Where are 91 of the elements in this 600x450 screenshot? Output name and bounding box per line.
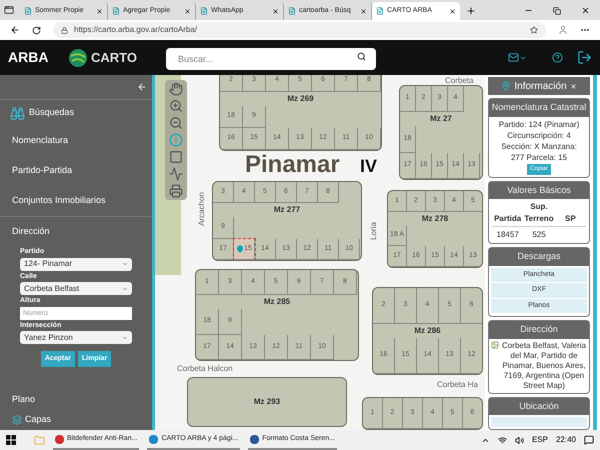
close-icon[interactable] xyxy=(96,8,103,14)
address-field[interactable]: https://carto.arba.gov.ar/cartoArba/ xyxy=(53,22,546,38)
tab-actions-icon[interactable] xyxy=(4,5,14,15)
map-canvas[interactable] xyxy=(155,75,485,430)
dropdown-field[interactable]: Corbeta Belfast xyxy=(20,282,132,295)
search-field[interactable]: Buscar... xyxy=(166,48,376,70)
map-pin-icon xyxy=(236,244,244,254)
search-icon[interactable] xyxy=(357,52,366,60)
section-header: Ubicación xyxy=(489,398,589,415)
favorite-icon[interactable] xyxy=(530,26,538,34)
section-header: Descargas xyxy=(489,248,589,266)
caret-icon xyxy=(122,334,128,340)
section-title: Búsquedas xyxy=(29,106,74,120)
column-header: Sup. Terreno xyxy=(523,201,555,227)
hand-icon[interactable] xyxy=(169,82,183,96)
volume-icon[interactable] xyxy=(514,436,524,444)
sidebar-item[interactable]: Capas xyxy=(25,413,52,427)
sidebar-item[interactable]: Dirección xyxy=(0,217,152,247)
help-icon[interactable] xyxy=(552,52,563,63)
page-icon xyxy=(24,7,32,15)
lock-icon xyxy=(61,26,68,34)
network-icon[interactable] xyxy=(498,436,507,444)
column-header: Partida xyxy=(492,213,524,227)
zoom-out-icon[interactable] xyxy=(169,116,183,130)
app-icon xyxy=(55,434,64,444)
info-text: Partido: 124 (Pinamar) xyxy=(498,118,580,130)
block-label: Mz 285 xyxy=(264,296,290,308)
block-label: Mz 286 xyxy=(414,325,441,337)
print-icon[interactable] xyxy=(169,184,183,198)
street-label: Corbeta Ha xyxy=(437,379,478,391)
column-header: SP xyxy=(554,213,586,227)
close-icon[interactable] xyxy=(449,8,456,14)
dropdown-field[interactable]: 124- Pinamar xyxy=(20,258,132,270)
table-cell-text: 525 xyxy=(531,229,547,241)
street-label: Loria xyxy=(368,222,379,240)
sidebar-item[interactable]: Partido-Partida xyxy=(0,156,152,186)
address-text: Corbeta Belfast, Valeria del Mar, Partido de Pinamar, Buenos Aires, 7169, Argentina (Open Street Map) xyxy=(501,340,587,390)
sidebar-item[interactable]: Nomenclatura xyxy=(0,126,152,156)
info-text: Sección: X Manzana: xyxy=(501,140,577,152)
logout-icon[interactable] xyxy=(577,50,592,65)
block-label: Mz 269 xyxy=(287,93,314,105)
block-label: Mz 277 xyxy=(274,204,300,216)
frame-icon[interactable] xyxy=(169,150,183,164)
street-label: Corbeta xyxy=(445,75,474,87)
windows-logo-icon[interactable] xyxy=(6,435,16,445)
close-icon[interactable] xyxy=(184,8,191,14)
clock-text[interactable]: 22:40 xyxy=(556,434,576,446)
close-window-icon[interactable] xyxy=(581,6,590,15)
globe-logo-icon xyxy=(68,48,88,68)
binoculars-icon xyxy=(10,106,25,120)
brand-text: CARTO xyxy=(91,48,138,67)
block-label: Mz 278 xyxy=(422,212,448,225)
info-text: 277 Parcela: 15 xyxy=(510,152,568,162)
sidebar-item[interactable]: Plano xyxy=(12,393,36,407)
notifications-icon[interactable] xyxy=(584,435,594,445)
page-icon xyxy=(200,7,208,15)
panel-header: Información xyxy=(488,77,590,95)
restore-icon[interactable] xyxy=(553,7,561,15)
mail-icon[interactable] xyxy=(508,52,519,63)
collapse-arrow-icon[interactable] xyxy=(137,82,147,92)
caret-icon xyxy=(122,261,128,267)
close-icon[interactable] xyxy=(272,8,279,14)
new-tab-icon[interactable] xyxy=(466,6,476,16)
page-icon xyxy=(112,7,120,15)
app-icon xyxy=(250,434,260,444)
layers-icon xyxy=(12,415,22,425)
section-header: Dirección xyxy=(489,321,589,338)
back-icon[interactable] xyxy=(10,25,20,35)
dropdown-field[interactable]: Yanez Pinzon xyxy=(20,331,132,344)
info-text: Circunscripción: 4 xyxy=(507,130,571,140)
section-header: Nomenclatura Catastral xyxy=(489,99,589,116)
section-header: Valores Básicos xyxy=(489,182,589,199)
close-icon[interactable] xyxy=(360,8,367,14)
logo-text: ARBA xyxy=(8,48,50,67)
street-label: Arcachon xyxy=(196,192,207,226)
page-icon xyxy=(288,7,296,15)
street-label: Corbeta Halcon xyxy=(177,363,233,375)
block-label: Mz 27 xyxy=(430,113,452,126)
map-pin-icon xyxy=(501,81,512,91)
language-indicator[interactable]: ESP xyxy=(532,434,548,446)
caret-icon xyxy=(122,286,128,292)
app-icon xyxy=(149,434,158,444)
place-label: Pinamar xyxy=(245,151,340,179)
reload-icon[interactable] xyxy=(32,26,41,34)
place-label: IV xyxy=(360,155,378,177)
map-thumbnail-icon xyxy=(491,340,499,348)
sidebar-item[interactable]: Conjuntos Inmobiliarios xyxy=(0,186,152,216)
zoom-in-icon[interactable] xyxy=(169,99,183,113)
page-icon xyxy=(376,7,384,15)
block-label: Mz 293 xyxy=(254,396,280,408)
table-cell-text: 18457 xyxy=(496,229,520,241)
